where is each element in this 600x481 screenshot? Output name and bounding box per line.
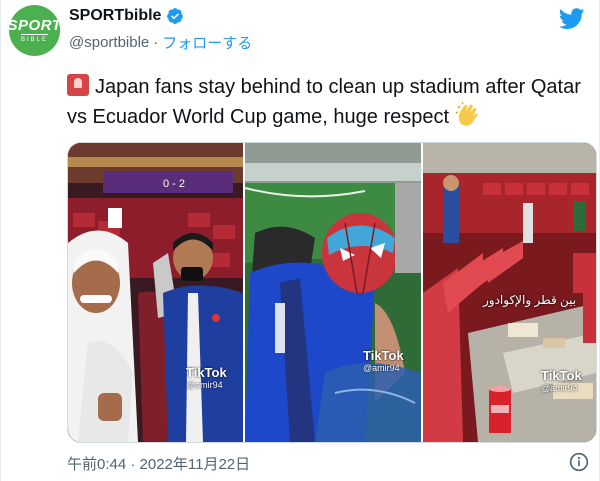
account-handle[interactable]: @sportbible bbox=[69, 34, 149, 51]
tiktok-watermark: TikTok @amir94 bbox=[363, 348, 404, 373]
media-image-2[interactable]: TikTok @amir94 bbox=[245, 143, 421, 442]
avatar-logo-subtext: BIBLE bbox=[20, 33, 48, 44]
separator: · bbox=[153, 34, 159, 51]
image-masked-fan bbox=[245, 143, 421, 442]
tweet-body: Japan fans stay behind to clean up stadi… bbox=[67, 76, 581, 128]
scoreboard-text: 0 - 2 bbox=[163, 178, 185, 190]
image-fans-selfie: 0 - 2 bbox=[68, 143, 243, 442]
tiktok-user: @amir94 bbox=[363, 363, 400, 373]
info-icon[interactable] bbox=[569, 452, 589, 472]
twitter-bird-icon[interactable] bbox=[559, 8, 585, 30]
tiktok-user: @amir94 bbox=[541, 383, 578, 393]
media-grid[interactable]: 0 - 2 TikTok @amir94 TikTok @amir94 بين … bbox=[67, 142, 597, 443]
siren-emoji-icon bbox=[67, 74, 89, 96]
media-image-3[interactable]: بين قطر والإكوادور TikTok @amir94 bbox=[423, 143, 596, 442]
display-name[interactable]: SPORTbible bbox=[69, 7, 161, 25]
clapping-hands-emoji-icon bbox=[455, 102, 478, 126]
verified-badge-icon bbox=[167, 8, 184, 24]
tiktok-watermark: TikTok @amir94 bbox=[186, 365, 227, 390]
avatar-logo-text: SPORT bbox=[9, 16, 60, 34]
tweet-timestamp[interactable]: 午前0:44 · 2022年11月22日 bbox=[67, 453, 250, 474]
arabic-caption: بين قطر والإكوادور bbox=[483, 293, 577, 307]
tiktok-user: @amir94 bbox=[186, 380, 223, 390]
avatar[interactable]: SPORT BIBLE bbox=[9, 5, 60, 56]
tweet-card: SPORT BIBLE SPORTbible @sportbible · フォロ… bbox=[0, 0, 600, 481]
author-name-row: SPORTbible bbox=[69, 7, 184, 25]
tiktok-brand: TikTok bbox=[363, 348, 404, 363]
tiktok-brand: TikTok bbox=[541, 368, 582, 383]
tiktok-watermark: TikTok @amir94 bbox=[541, 368, 582, 393]
tweet-text: Japan fans stay behind to clean up stadi… bbox=[67, 72, 597, 132]
media-image-1[interactable]: 0 - 2 TikTok @amir94 bbox=[68, 143, 243, 442]
tiktok-brand: TikTok bbox=[186, 365, 227, 380]
handle-row: @sportbible · フォローする bbox=[69, 32, 252, 53]
follow-button[interactable]: フォローする bbox=[162, 32, 252, 53]
